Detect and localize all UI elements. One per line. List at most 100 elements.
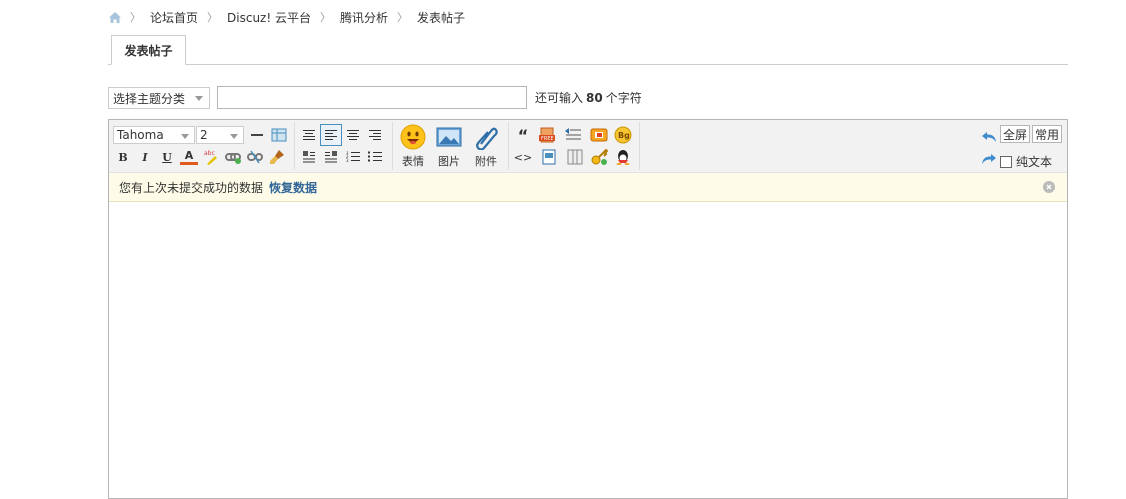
columns-button[interactable] — [566, 148, 584, 166]
highlight-icon: abc — [204, 150, 217, 165]
close-icon[interactable] — [1043, 181, 1055, 193]
home-icon[interactable] — [108, 11, 122, 24]
align-center-icon — [347, 130, 359, 140]
qq-penguin-icon — [616, 150, 630, 165]
align-left-button[interactable] — [320, 124, 342, 146]
unordered-list-button[interactable] — [366, 148, 384, 166]
link-icon — [225, 153, 241, 164]
category-select[interactable]: 选择主题分类 — [108, 87, 210, 109]
plaintext-toggle[interactable]: 纯文本 — [1000, 153, 1052, 170]
image-label: 图片 — [438, 155, 460, 168]
free-icon: FREE — [539, 127, 555, 143]
unlink-icon — [247, 150, 263, 164]
emoji-label: 表情 — [402, 155, 424, 168]
chevron-down-icon — [230, 134, 238, 139]
clear-format-button[interactable] — [268, 148, 286, 166]
flash-icon — [590, 128, 608, 142]
password-button[interactable] — [590, 148, 608, 166]
svg-text:3: 3 — [346, 158, 349, 163]
link-button[interactable] — [224, 148, 242, 166]
font-size-value: 2 — [200, 128, 208, 142]
align-right-icon — [369, 130, 381, 140]
category-select-value: 选择主题分类 — [113, 91, 186, 106]
align-left-icon — [325, 130, 337, 140]
hide-content-button[interactable] — [564, 126, 582, 144]
free-button[interactable]: FREE — [538, 126, 556, 144]
chevron-down-icon — [181, 134, 189, 139]
table-button[interactable] — [270, 126, 288, 144]
paperclip-icon — [476, 127, 498, 150]
font-size-select[interactable]: 2 — [196, 126, 244, 144]
underline-button[interactable]: U — [158, 148, 176, 166]
restore-data-link[interactable]: 恢复数据 — [269, 179, 317, 196]
highlight-button[interactable]: abc — [202, 148, 220, 166]
svg-text:abc: abc — [204, 150, 215, 157]
chevron-down-icon — [195, 96, 203, 101]
float-right-icon — [325, 151, 337, 163]
horizontal-rule-button[interactable] — [248, 126, 266, 144]
subject-input[interactable] — [217, 86, 527, 109]
align-justify-button[interactable] — [300, 126, 318, 144]
undo-button[interactable] — [980, 128, 998, 146]
columns-icon — [567, 149, 583, 165]
emoji-button[interactable]: 表情 — [396, 124, 430, 172]
undo-arrow-icon — [982, 132, 996, 142]
key-icon — [591, 148, 608, 165]
align-right-button[interactable] — [366, 126, 384, 144]
fullscreen-button[interactable]: 全屏 — [1000, 125, 1031, 143]
italic-button[interactable]: I — [136, 148, 154, 166]
image-button[interactable]: 图片 — [432, 124, 466, 172]
breadcrumb-link-forum-home[interactable]: 论坛首页 — [150, 9, 198, 26]
page-button[interactable] — [540, 148, 558, 166]
breadcrumb-link-cloud-platform[interactable]: Discuz! 云平台 — [227, 9, 311, 26]
brush-icon — [270, 150, 284, 164]
background-badge-text: Bg — [618, 131, 630, 140]
breadcrumb-separator: 〉 — [319, 11, 331, 24]
text-color-button[interactable]: A — [180, 148, 198, 165]
align-center-button[interactable] — [344, 126, 362, 144]
table-icon — [271, 128, 287, 142]
svg-text:FREE: FREE — [541, 136, 554, 142]
qq-button[interactable] — [614, 148, 632, 166]
toolbar-divider — [508, 122, 509, 170]
page-icon — [542, 149, 556, 165]
flash-button[interactable] — [590, 126, 608, 144]
background-button[interactable]: Bg — [614, 126, 632, 144]
breadcrumb: 〉 论坛首页 〉 Discuz! 云平台 〉 腾讯分析 〉 发表帖子 — [108, 8, 465, 26]
char-limit-count: 80 — [586, 91, 603, 105]
tab-underline — [108, 64, 1068, 65]
ordered-list-icon: 123 — [346, 151, 360, 163]
ordered-list-button[interactable]: 123 — [344, 148, 362, 166]
quote-button[interactable]: “ — [514, 126, 532, 145]
toolbar-divider — [639, 122, 640, 170]
background-icon: Bg — [614, 126, 632, 144]
smiley-icon — [400, 124, 426, 150]
bold-button[interactable]: B — [114, 148, 132, 166]
plaintext-checkbox[interactable] — [1000, 155, 1012, 168]
toolbar-divider — [392, 122, 393, 170]
attachment-label: 附件 — [475, 155, 497, 168]
float-right-button[interactable] — [322, 148, 340, 166]
attachment-button[interactable]: 附件 — [469, 124, 503, 172]
redo-button[interactable] — [980, 150, 998, 168]
float-left-button[interactable] — [300, 148, 318, 166]
common-button[interactable]: 常用 — [1032, 125, 1063, 143]
tab-new-post[interactable]: 发表帖子 — [111, 35, 186, 65]
breadcrumb-link-tencent-analytics[interactable]: 腾讯分析 — [340, 9, 388, 26]
image-icon — [436, 127, 462, 147]
font-family-value: Tahoma — [117, 128, 164, 142]
toolbar-divider — [294, 122, 295, 170]
breadcrumb-separator: 〉 — [130, 11, 141, 24]
unlink-button[interactable] — [246, 148, 264, 166]
breadcrumb-separator: 〉 — [397, 11, 408, 24]
code-button[interactable]: <> — [514, 148, 532, 166]
font-family-select[interactable]: Tahoma — [113, 126, 195, 144]
restore-notice-text: 您有上次未提交成功的数据 — [119, 180, 264, 195]
unordered-list-icon — [368, 151, 382, 162]
char-limit-text: 还可输入 80 个字符 — [535, 89, 642, 106]
plaintext-label: 纯文本 — [1016, 155, 1053, 169]
redo-arrow-icon — [982, 154, 996, 164]
restore-notice: 您有上次未提交成功的数据 恢复数据 — [109, 173, 1067, 202]
horizontal-rule-icon — [251, 134, 263, 136]
hide-content-icon — [565, 128, 581, 140]
